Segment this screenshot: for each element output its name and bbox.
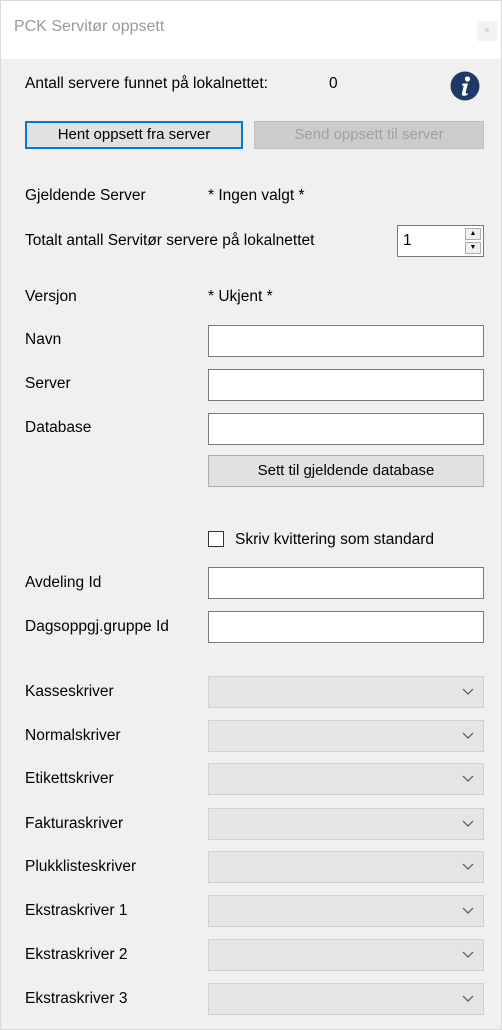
chevron-down-icon — [462, 775, 474, 782]
name-label: Navn — [25, 331, 62, 348]
current-server-value: * Ingen valgt * — [208, 187, 305, 204]
database-label: Database — [25, 419, 92, 436]
printer-label-etikettskriver: Etikettskriver — [25, 770, 114, 787]
current-server-label: Gjeldende Server — [25, 187, 146, 204]
printer-select-plukklisteskriver[interactable] — [208, 851, 484, 883]
version-label: Versjon — [25, 288, 77, 305]
servers-found-label: Antall servere funnet på lokalnettet: — [25, 75, 268, 92]
printer-select-fakturaskriver[interactable] — [208, 808, 484, 840]
set-current-database-button[interactable]: Sett til gjeldende database — [208, 455, 484, 487]
printer-select-ekstraskriver-3[interactable] — [208, 983, 484, 1015]
printer-select-normalskriver[interactable] — [208, 720, 484, 752]
window-title: PCK Servitør oppsett — [14, 18, 165, 35]
chevron-down-icon — [462, 951, 474, 958]
settings-window: PCK Servitør oppsett × Antall servere fu… — [0, 0, 502, 1030]
title-bar: PCK Servitør oppsett × — [1, 1, 501, 59]
printer-label-ekstraskriver-3: Ekstraskriver 3 — [25, 990, 128, 1007]
department-id-label: Avdeling Id — [25, 574, 102, 591]
spinner-up-icon[interactable]: ▲ — [465, 228, 481, 240]
chevron-down-icon — [462, 820, 474, 827]
printer-select-ekstraskriver-2[interactable] — [208, 939, 484, 971]
printer-label-ekstraskriver-1: Ekstraskriver 1 — [25, 902, 128, 919]
name-input[interactable] — [208, 325, 484, 357]
spinner-buttons: ▲ ▼ — [465, 228, 481, 254]
close-button[interactable]: × — [477, 21, 497, 41]
chevron-down-icon — [462, 688, 474, 695]
send-config-button[interactable]: Send oppsett til server — [254, 121, 484, 149]
total-servers-label: Totalt antall Servitør servere på lokaln… — [25, 232, 315, 249]
printer-label-plukklisteskriver: Plukklisteskriver — [25, 858, 137, 875]
version-value: * Ukjent * — [208, 288, 273, 305]
chevron-down-icon — [462, 907, 474, 914]
department-id-input[interactable] — [208, 567, 484, 599]
printer-label-fakturaskriver: Fakturaskriver — [25, 815, 124, 832]
total-servers-value[interactable]: 1 — [403, 232, 412, 250]
total-servers-spinner[interactable]: 1 ▲ ▼ — [397, 225, 484, 257]
receipt-checkbox-label: Skriv kvittering som standard — [235, 531, 434, 548]
database-input[interactable] — [208, 413, 484, 445]
printer-select-kasseskriver[interactable] — [208, 676, 484, 708]
printer-label-ekstraskriver-2: Ekstraskriver 2 — [25, 946, 128, 963]
daily-group-id-label: Dagsoppgj.gruppe Id — [25, 618, 169, 635]
receipt-checkbox[interactable] — [208, 531, 224, 547]
chevron-down-icon — [462, 732, 474, 739]
spinner-down-icon[interactable]: ▼ — [465, 242, 481, 254]
printer-select-ekstraskriver-1[interactable] — [208, 895, 484, 927]
chevron-down-icon — [462, 995, 474, 1002]
server-input[interactable] — [208, 369, 484, 401]
chevron-down-icon — [462, 863, 474, 870]
printer-label-kasseskriver: Kasseskriver — [25, 683, 114, 700]
servers-found-count: 0 — [329, 75, 338, 92]
printer-select-etikettskriver[interactable] — [208, 763, 484, 795]
server-label: Server — [25, 375, 71, 392]
daily-group-id-input[interactable] — [208, 611, 484, 643]
info-icon[interactable] — [450, 71, 480, 101]
fetch-config-button[interactable]: Hent oppsett fra server — [25, 121, 243, 149]
printer-label-normalskriver: Normalskriver — [25, 727, 121, 744]
